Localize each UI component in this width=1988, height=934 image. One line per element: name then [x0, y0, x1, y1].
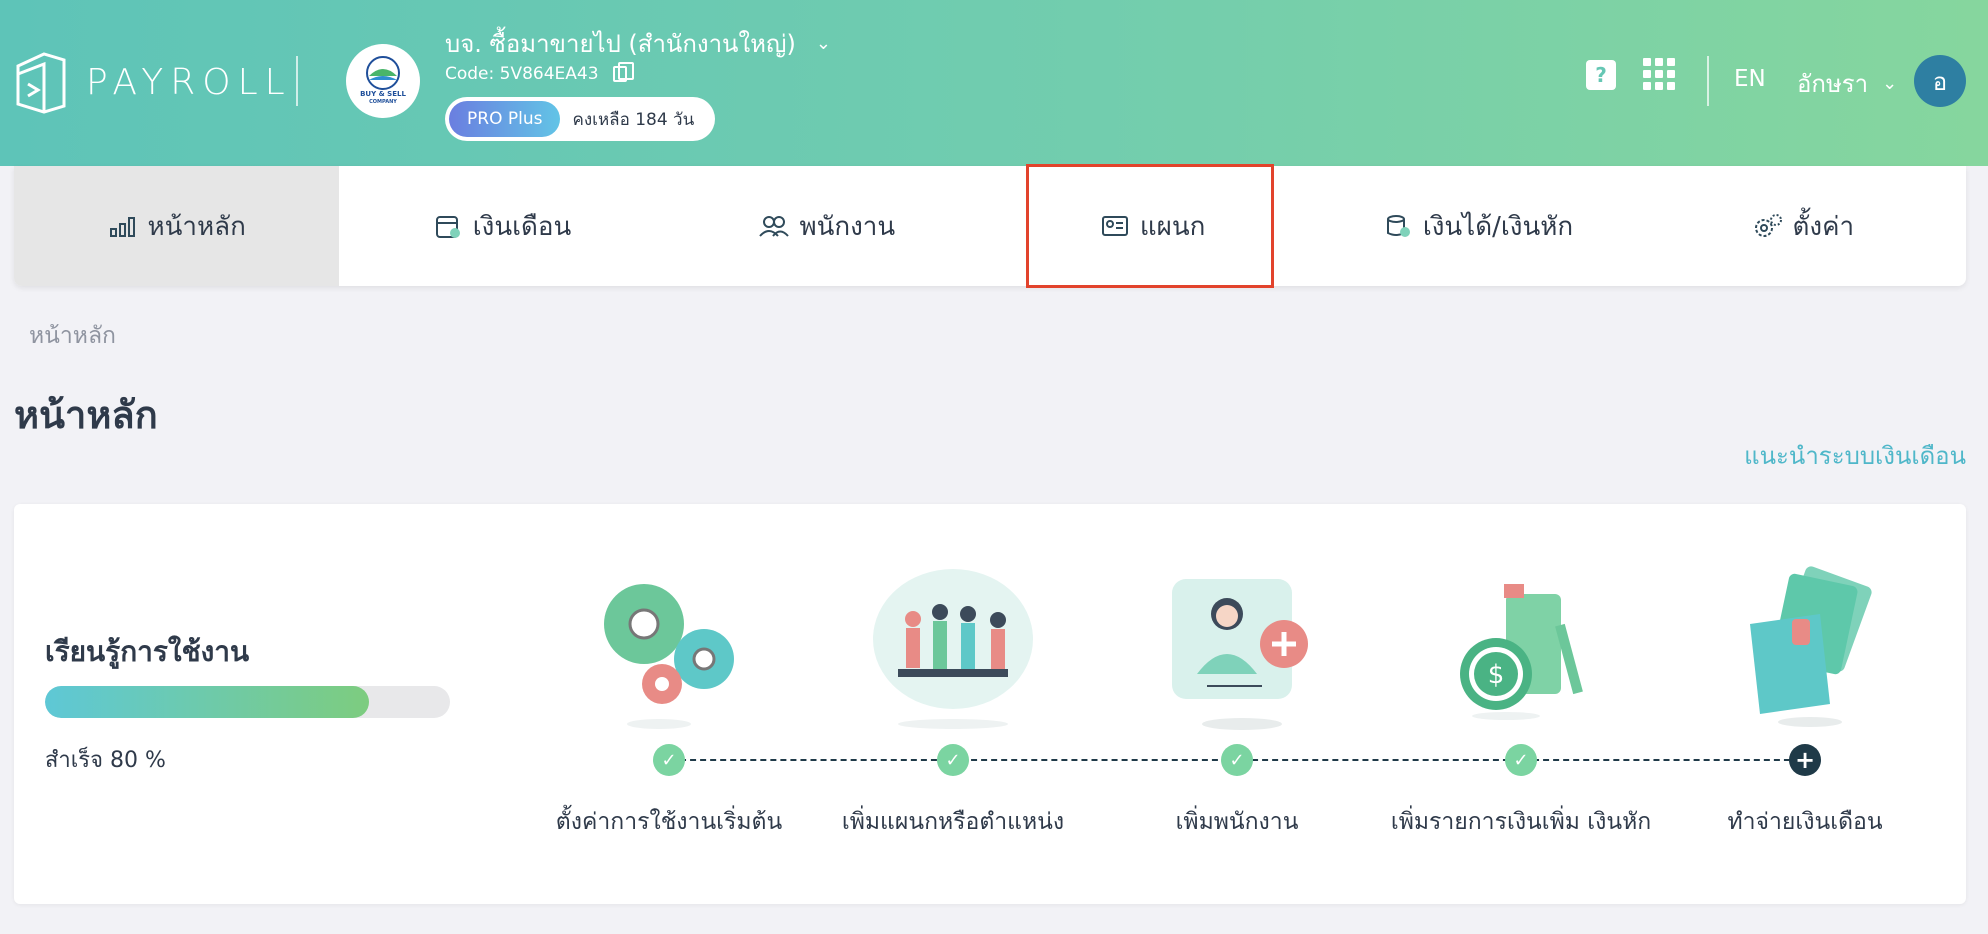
company-code: Code: 5V864EA43	[445, 62, 634, 84]
plan-status: PRO Plus คงเหลือ 184 วัน	[445, 97, 715, 141]
tab-department[interactable]: แผนก	[990, 166, 1315, 286]
logo-text: PAYROLL	[86, 61, 292, 103]
avatar[interactable]: อ	[1914, 55, 1966, 107]
calendar-icon	[433, 211, 463, 241]
gears-illustration	[584, 564, 754, 734]
id-card-icon	[1100, 211, 1130, 241]
step-initial-setup[interactable]: ✓ ตั้งค่าการใช้งานเริ่มต้น	[539, 564, 799, 884]
help-book-icon[interactable]: ?	[1586, 60, 1616, 90]
language-switch[interactable]: EN	[1734, 66, 1766, 92]
apps-grid-icon[interactable]	[1643, 58, 1675, 90]
company-logo[interactable]: BUY & SELL COMPANY	[346, 44, 420, 118]
tab-salary-label: เงินเดือน	[472, 211, 572, 242]
chevron-down-icon: ⌄	[1882, 73, 1898, 94]
tab-employees-label: พนักงาน	[799, 211, 896, 242]
learning-progress-text: สำเร็จ 80 %	[45, 748, 166, 773]
step-add-employee[interactable]: ✓ เพิ่มพนักงาน	[1107, 564, 1367, 884]
user-menu[interactable]: อักษรา ⌄	[1797, 64, 1897, 103]
step-check-icon: ✓	[937, 744, 969, 776]
learning-progress-fill	[45, 686, 369, 718]
bar-chart-icon	[108, 211, 138, 241]
coins-icon	[1383, 211, 1413, 241]
step-check-icon: ✓	[1505, 744, 1537, 776]
learning-title: เรียนรู้การใช้งาน	[45, 635, 250, 668]
plan-badge: PRO Plus	[449, 101, 561, 137]
tab-income-deduction[interactable]: เงินได้/เงินหัก	[1315, 166, 1640, 286]
step-add-income-deduction[interactable]: $ ✓ เพิ่มรายการเงินเพิ่ม เงินหัก	[1391, 564, 1651, 884]
people-icon	[759, 211, 790, 241]
step-add-icon: +	[1789, 744, 1821, 776]
copy-icon[interactable]	[612, 62, 634, 82]
user-name: อักษรา	[1797, 70, 1869, 98]
step-run-payroll[interactable]: + ทำจ่ายเงินเดือน	[1675, 564, 1935, 884]
company-emblem-icon	[366, 56, 400, 90]
company-code-text: Code: 5V864EA43	[445, 64, 599, 84]
payroll-guide-link[interactable]: แนะนำระบบเงินเดือน	[1744, 436, 1966, 475]
payroll-logo-icon	[16, 52, 66, 114]
header-divider-right	[1707, 56, 1709, 106]
chevron-down-icon: ⌄	[815, 33, 831, 54]
learning-card: เรียนรู้การใช้งาน สำเร็จ 80 % ✓ ตั้งค่าก…	[14, 504, 1966, 904]
team-meeting-illustration	[868, 564, 1038, 734]
tab-department-label: แผนก	[1139, 211, 1206, 242]
step-check-icon: ✓	[1221, 744, 1253, 776]
page-title: หน้าหลัก	[14, 393, 158, 437]
step-add-department[interactable]: ✓ เพิ่มแผนกหรือตำแหน่ง	[823, 564, 1083, 884]
company-name: บจ. ซื้อมาขายไป (สำนักงานใหญ่)	[445, 30, 796, 58]
step-check-icon: ✓	[653, 744, 685, 776]
tab-settings[interactable]: ตั้งค่า	[1641, 166, 1966, 286]
main-navigation: หน้าหลัก เงินเดือน พนักงาน แผนก เงินได้/…	[14, 166, 1966, 286]
top-header: PAYROLL BUY & SELL COMPANY บจ. ซื้อมาขาย…	[0, 0, 1988, 166]
step-label: ทำจ่ายเงินเดือน	[1727, 809, 1883, 835]
coins-stack-illustration: $	[1436, 564, 1606, 734]
payroll-logo[interactable]: PAYROLL	[14, 50, 292, 114]
tab-settings-label: ตั้งค่า	[1792, 211, 1855, 242]
company-logo-text: BUY & SELL	[360, 90, 406, 98]
tab-home-label: หน้าหลัก	[147, 211, 246, 242]
tab-employees[interactable]: พนักงาน	[665, 166, 990, 286]
wallet-illustration	[1720, 564, 1890, 734]
gear-icon	[1753, 211, 1783, 241]
header-divider	[296, 56, 298, 106]
plan-remaining-days: คงเหลือ 184 วัน	[572, 109, 695, 130]
add-employee-illustration	[1152, 564, 1322, 734]
tab-home[interactable]: หน้าหลัก	[14, 166, 340, 286]
learning-progress-bar	[45, 686, 450, 718]
company-switcher[interactable]: บจ. ซื้อมาขายไป (สำนักงานใหญ่) ⌄	[445, 24, 831, 63]
breadcrumb[interactable]: หน้าหลัก	[29, 318, 116, 354]
svg-text:$: $	[1488, 660, 1505, 690]
tab-salary[interactable]: เงินเดือน	[339, 166, 664, 286]
company-logo-subtext: COMPANY	[369, 99, 397, 105]
tab-income-deduction-label: เงินได้/เงินหัก	[1422, 211, 1574, 242]
